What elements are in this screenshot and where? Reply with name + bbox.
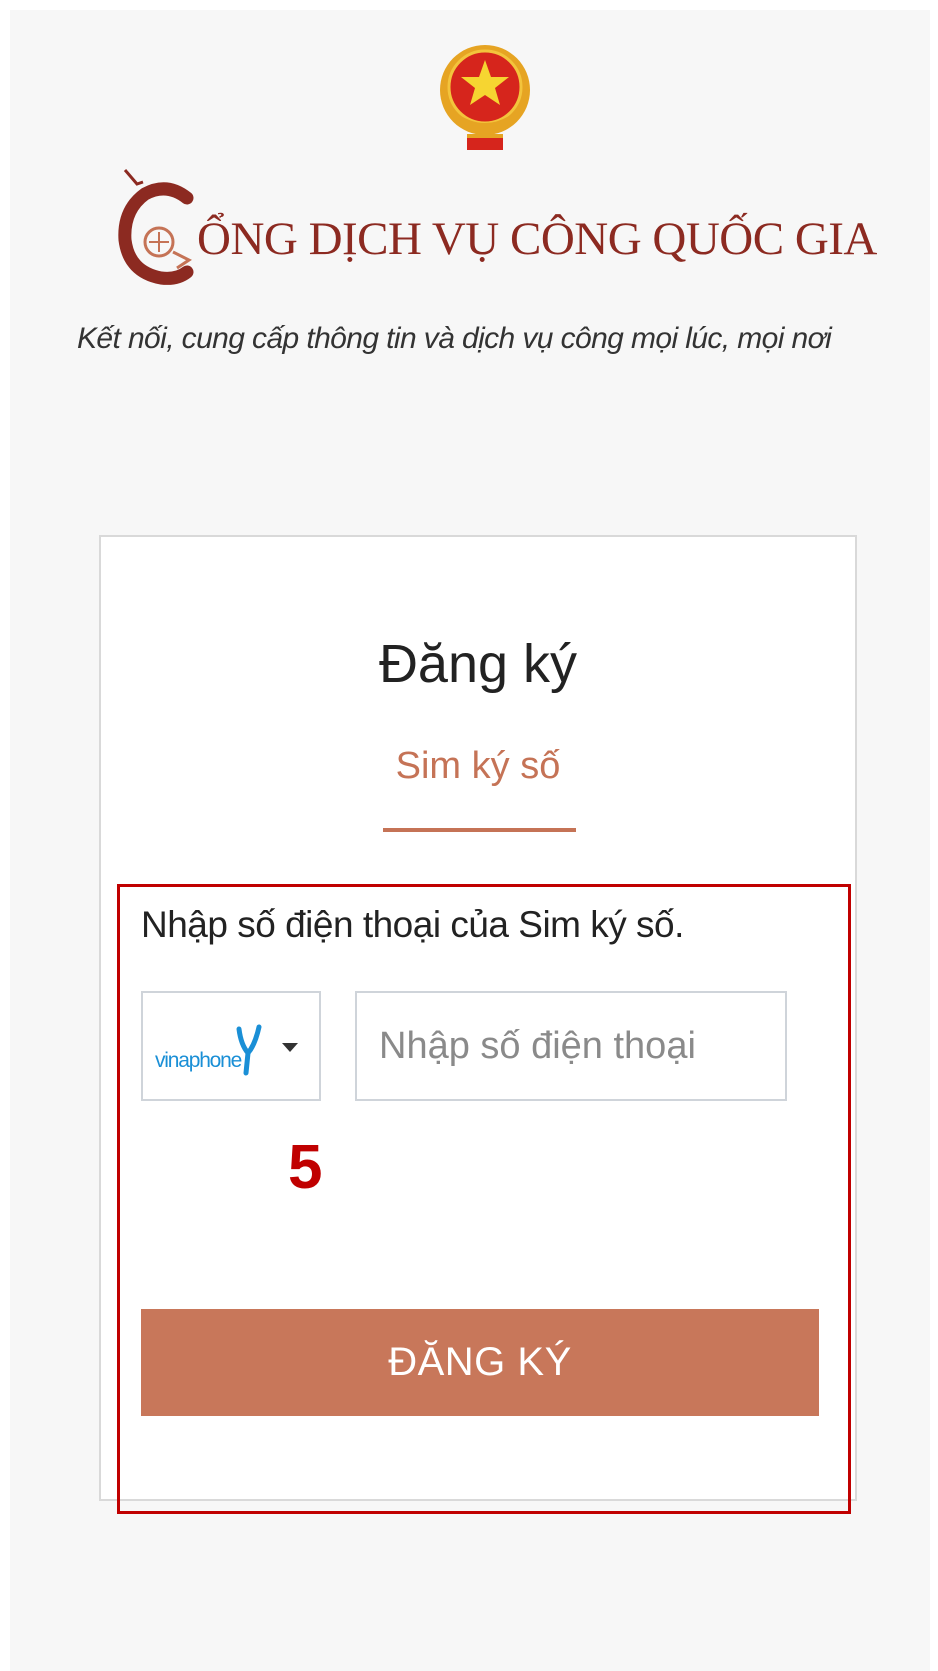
brand-title: ỔNG DỊCH VỤ CÔNG QUỐC GIA: [197, 213, 877, 265]
annotation-highlight-box: [117, 884, 851, 1514]
card-title: Đăng ký: [378, 634, 578, 694]
active-tab-indicator: [383, 828, 576, 832]
caret-down-icon: [282, 1043, 298, 1052]
brand-header: ỔNG DỊCH VỤ CÔNG QUỐC GIA: [115, 168, 877, 288]
vinaphone-logo-icon: vinaphone: [155, 1024, 262, 1076]
annotation-step-number: 5: [288, 1133, 323, 1202]
carrier-select[interactable]: vinaphone: [141, 991, 321, 1101]
slogan: Kết nối, cung cấp thông tin và dịch vụ c…: [77, 322, 832, 355]
register-button[interactable]: ĐĂNG KÝ: [141, 1309, 819, 1416]
national-emblem-icon: [440, 45, 530, 150]
svg-text:vinaphone: vinaphone: [155, 1049, 242, 1072]
phone-number-input[interactable]: [355, 991, 787, 1101]
instruction-text: Nhập số điện thoại của Sim ký số.: [141, 904, 684, 945]
crane-c-logo-icon: [118, 169, 194, 285]
tab-sim-ky-so[interactable]: Sim ký số: [101, 745, 855, 788]
